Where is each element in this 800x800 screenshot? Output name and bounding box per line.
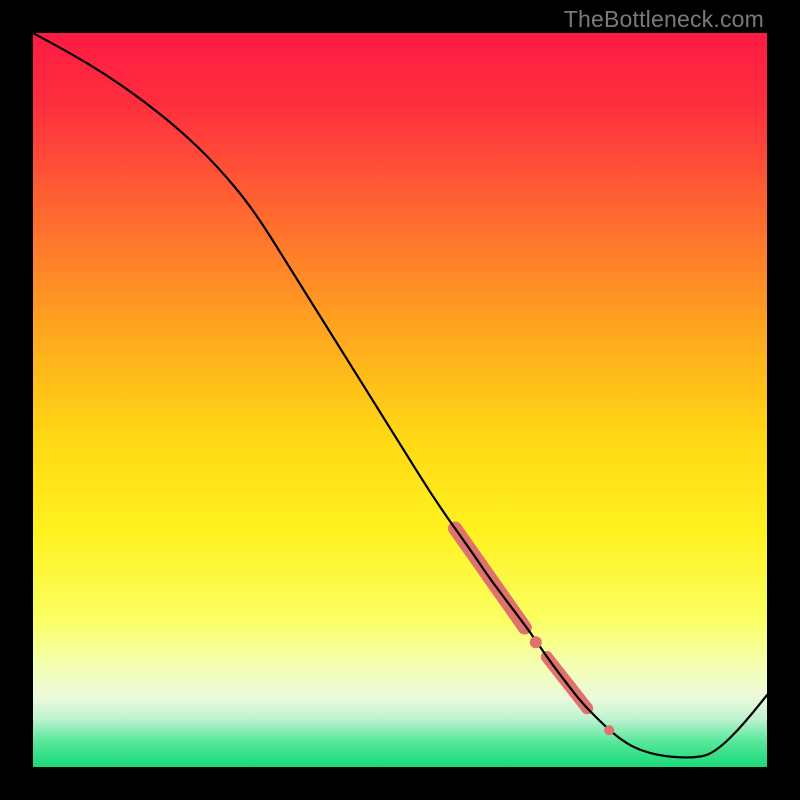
marker-point bbox=[604, 725, 614, 735]
watermark-text: TheBottleneck.com bbox=[564, 6, 764, 33]
outer-frame: TheBottleneck.com bbox=[0, 0, 800, 800]
chart-svg bbox=[33, 33, 767, 767]
marker-point bbox=[530, 636, 542, 648]
plot-area bbox=[33, 33, 767, 767]
gradient-background bbox=[33, 33, 767, 767]
